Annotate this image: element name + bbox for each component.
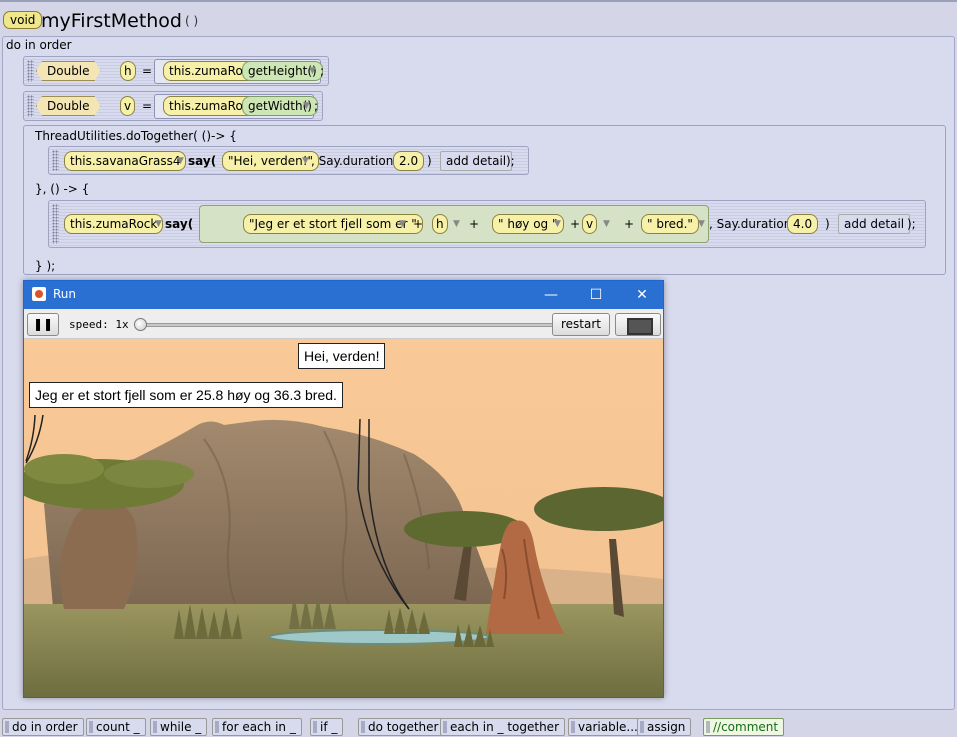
add-detail-button[interactable]: add detail bbox=[838, 214, 911, 234]
say-duration-label: , Say.duration( bbox=[311, 154, 398, 168]
method-name[interactable]: myFirstMethod bbox=[41, 9, 182, 33]
restart-button[interactable]: restart bbox=[552, 313, 610, 336]
run-title: Run bbox=[53, 287, 77, 301]
statement-palette: do in order count _ while _ for each in … bbox=[0, 716, 957, 737]
close-paren: ) bbox=[825, 217, 830, 231]
speed-slider[interactable] bbox=[139, 323, 567, 327]
statement-end: ); bbox=[506, 154, 515, 168]
drag-grip[interactable] bbox=[52, 204, 59, 244]
speed-slider-thumb[interactable] bbox=[134, 318, 147, 331]
palette-assign[interactable]: assign bbox=[637, 718, 692, 736]
statement-double-v[interactable]: Double v = this.zumaRock getWidth() ▼ ; bbox=[23, 91, 323, 121]
duration-value[interactable]: 2.0 bbox=[393, 151, 425, 171]
speech-bubble-rock: Jeg er et stort fjell som er 25.8 høy og… bbox=[29, 382, 343, 408]
type-double[interactable]: Double bbox=[36, 96, 101, 116]
object-savanagrass4[interactable]: this.savanaGrass4 bbox=[64, 151, 187, 171]
dropdown-caret[interactable]: ▼ bbox=[302, 151, 309, 171]
run-titlebar[interactable]: Run — ☐ ✕ bbox=[24, 281, 663, 309]
scene-view[interactable]: Hei, verden! Jeg er et stort fjell som e… bbox=[24, 339, 663, 697]
pause-button[interactable]: ❚❚ bbox=[27, 313, 59, 336]
statement-double-h[interactable]: Double h = this.zumaRock getHeight() ▼ ; bbox=[23, 56, 329, 86]
palette-count[interactable]: count _ bbox=[86, 718, 146, 736]
dropdown-caret[interactable]: ▼ bbox=[177, 151, 184, 171]
palette-while[interactable]: while _ bbox=[150, 718, 208, 736]
drag-grip[interactable] bbox=[27, 95, 34, 117]
tab-strip-edge bbox=[0, 0, 957, 2]
dropdown-caret[interactable]: ▼ bbox=[603, 214, 610, 234]
statement-say-grass[interactable]: this.savanaGrass4 ▼ say( "Hei, verden!" … bbox=[48, 146, 529, 175]
palette-do-together[interactable]: do together bbox=[358, 718, 445, 736]
drag-grip[interactable] bbox=[52, 150, 59, 171]
palette-each-in-together[interactable]: each in _ together bbox=[440, 718, 565, 736]
dropdown-caret[interactable]: ▼ bbox=[554, 214, 561, 234]
equals-sign: = bbox=[142, 99, 153, 113]
fullscreen-icon[interactable] bbox=[615, 313, 661, 336]
string-part-1[interactable]: "Jeg er et stort fjell som er " bbox=[243, 214, 423, 234]
dropdown-caret[interactable]: ▼ bbox=[698, 214, 705, 234]
say-duration-label: , Say.duration( bbox=[709, 217, 796, 231]
palette-for-each-in[interactable]: for each in _ bbox=[212, 718, 302, 736]
dropdown-caret[interactable]: ▼ bbox=[303, 96, 310, 116]
do-together-footer: } ); bbox=[35, 259, 56, 273]
do-together-middle: }, () -> { bbox=[35, 182, 90, 196]
variable-v[interactable]: v bbox=[582, 214, 598, 234]
close-button[interactable]: ✕ bbox=[630, 285, 654, 305]
variable-h[interactable]: h bbox=[432, 214, 448, 234]
plus-operator: + bbox=[469, 217, 480, 231]
object-zumarock[interactable]: this.zumaRock bbox=[64, 214, 164, 234]
palette-do-in-order[interactable]: do in order bbox=[2, 718, 84, 736]
run-toolbar: ❚❚ speed: 1x restart bbox=[24, 309, 663, 339]
semicolon: ; bbox=[314, 99, 319, 113]
equals-sign: = bbox=[142, 64, 153, 78]
palette-variable[interactable]: variable... bbox=[568, 718, 644, 736]
return-type-void[interactable]: void bbox=[3, 11, 43, 29]
plus-operator: + bbox=[570, 217, 581, 231]
method-header: void myFirstMethod ( ) bbox=[0, 0, 957, 36]
string-part-3[interactable]: " bred." bbox=[641, 214, 699, 234]
add-detail-button[interactable]: add detail bbox=[440, 151, 513, 171]
do-together-block[interactable]: ThreadUtilities.doTogether( ()-> { }, ()… bbox=[23, 125, 946, 275]
semicolon: ; bbox=[320, 64, 325, 78]
method-say[interactable]: say( bbox=[165, 214, 193, 234]
speech-bubble-grass: Hei, verden! bbox=[298, 343, 386, 369]
do-in-order-label: do in order bbox=[6, 38, 72, 52]
palette-comment[interactable]: //comment bbox=[703, 718, 785, 736]
maximize-button[interactable]: ☐ bbox=[584, 285, 608, 305]
dropdown-caret[interactable]: ▼ bbox=[309, 61, 316, 81]
minimize-button[interactable]: — bbox=[539, 285, 563, 305]
plus-operator: + bbox=[624, 217, 635, 231]
variable-v[interactable]: v bbox=[120, 96, 136, 116]
speed-label: speed: 1x bbox=[69, 318, 129, 331]
type-double[interactable]: Double bbox=[36, 61, 101, 81]
plus-operator: + bbox=[413, 217, 424, 231]
string-part-2[interactable]: " høy og " bbox=[492, 214, 564, 234]
drag-grip[interactable] bbox=[27, 60, 34, 82]
palette-if[interactable]: if _ bbox=[310, 718, 344, 736]
duration-value[interactable]: 4.0 bbox=[787, 214, 819, 234]
statement-say-rock[interactable]: this.zumaRock ▼ say( "Jeg er et stort fj… bbox=[48, 200, 926, 248]
close-paren: ) bbox=[427, 154, 432, 168]
dropdown-caret[interactable]: ▼ bbox=[453, 214, 460, 234]
run-window[interactable]: Run — ☐ ✕ ❚❚ speed: 1x restart Hei, verd… bbox=[23, 280, 664, 698]
variable-h[interactable]: h bbox=[120, 61, 136, 81]
method-params: ( ) bbox=[185, 14, 199, 28]
dropdown-caret[interactable]: ▼ bbox=[399, 214, 406, 234]
method-say[interactable]: say( bbox=[188, 151, 216, 171]
dropdown-caret[interactable]: ▼ bbox=[155, 214, 162, 234]
do-together-header: ThreadUtilities.doTogether( ()-> { bbox=[35, 129, 237, 143]
statement-end: ); bbox=[907, 217, 916, 231]
java-icon bbox=[32, 287, 46, 301]
